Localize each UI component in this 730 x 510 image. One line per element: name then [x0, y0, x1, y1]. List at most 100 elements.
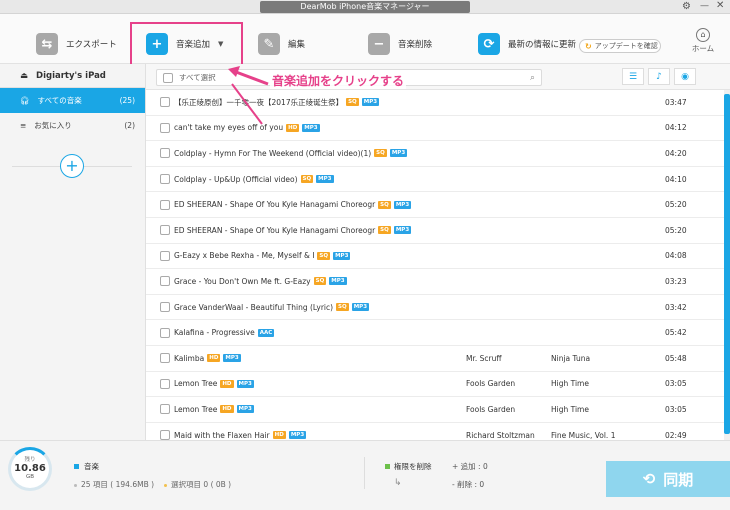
settings-gear-icon[interactable]: ⚙ — [682, 1, 691, 12]
quality-tag: MP3 — [361, 98, 380, 107]
song-title: G-Eazy x Bebe Rexha - Me, Myself & I — [174, 251, 315, 261]
search-icon[interactable]: ⌕ — [530, 73, 535, 83]
home-button[interactable]: ⌂ ホーム — [690, 28, 716, 54]
items-text: 25 項目 ( 194.6MB ) — [81, 480, 155, 489]
selected-text: 選択項目 0 ( 0B ) — [171, 480, 232, 489]
device-header[interactable]: ⏏ Digiarty's iPad — [0, 64, 145, 88]
song-artist: Fools Garden — [466, 404, 516, 414]
music-stats: 25 項目 ( 194.6MB ) 選択項目 0 ( 0B ) — [74, 479, 231, 490]
music-label: 音楽 — [84, 462, 99, 471]
sidebar-item-label: お気に入り — [34, 121, 72, 130]
storage-gauge: 残り 10.86 GB — [8, 447, 52, 491]
song-row[interactable]: Lemon Tree HD MP3 Fools Garden High Time 03:0… — [146, 397, 724, 423]
list-view-icon[interactable]: ☰ — [622, 68, 644, 85]
quality-tag: SQ — [317, 251, 331, 260]
scrollbar[interactable] — [724, 90, 730, 440]
song-checkbox[interactable] — [160, 353, 170, 364]
song-checkbox[interactable] — [160, 199, 170, 210]
quality-tag: MP3 — [393, 226, 412, 235]
song-row[interactable]: Grace - You Don't Own Me ft. G-Eazy SQ MP3… — [146, 269, 724, 295]
song-checkbox[interactable] — [160, 122, 170, 133]
song-duration: 03:42 — [665, 302, 687, 312]
song-album: High Time — [551, 379, 589, 389]
song-title-cell: G-Eazy x Bebe Rexha - Me, Myself & I SQ MP… — [174, 251, 351, 261]
quality-tag: HD — [220, 405, 234, 414]
sidebar-item-favorites[interactable]: ≡ お気に入り (2) — [0, 113, 145, 138]
eject-icon[interactable]: ⏏ — [20, 71, 28, 81]
music-color-swatch — [74, 464, 79, 469]
album-view-icon[interactable]: ◉ — [674, 68, 696, 85]
artist-view-icon[interactable]: ♪ — [648, 68, 670, 85]
update-check-button[interactable]: ↻ アップデートを確認 — [579, 39, 661, 53]
storage-unit: GB — [25, 474, 35, 480]
song-checkbox[interactable] — [160, 97, 170, 108]
song-checkbox[interactable] — [160, 404, 170, 415]
scrollbar-thumb[interactable] — [724, 94, 730, 434]
song-row[interactable]: ED SHEERAN - Shape Of You Kyle Hanagami … — [146, 192, 724, 218]
song-duration: 02:49 — [665, 430, 687, 440]
status-footer: 残り 10.86 GB 音楽 25 項目 ( 194.6MB ) 選択項目 0 … — [0, 440, 730, 510]
song-duration: 03:05 — [665, 404, 687, 414]
quality-tag: SQ — [378, 226, 391, 235]
song-row[interactable]: Lemon Tree HD MP3 Fools Garden High Time 03:0… — [146, 372, 724, 398]
sidebar-item-all-music[interactable]: 🎧︎ すべての音楽 (25) — [0, 88, 145, 113]
quality-tag: MP3 — [333, 251, 351, 260]
items-dot — [74, 483, 77, 487]
song-title-cell: Coldplay - Hymn For The Weekend (Officia… — [174, 149, 408, 158]
song-checkbox[interactable] — [160, 225, 170, 236]
delete-permission-legend: 権限を削除 — [385, 461, 432, 472]
delete-music-button[interactable]: − 音楽削除 — [368, 32, 432, 56]
song-row[interactable]: Coldplay - Hymn For The Weekend (Officia… — [146, 141, 724, 167]
song-checkbox[interactable] — [160, 378, 170, 389]
select-all-checkbox[interactable] — [163, 72, 173, 83]
close-icon[interactable]: ✕ — [716, 0, 724, 11]
song-row[interactable]: ED SHEERAN - Shape Of You Kyle Hanagami … — [146, 218, 724, 244]
song-checkbox[interactable] — [160, 174, 170, 185]
song-checkbox[interactable] — [160, 250, 170, 261]
song-checkbox[interactable] — [160, 327, 170, 338]
song-list: 【乐正绫原创】一千零一夜【2017乐正绫诞生祭】 SQ MP3 03:47 can't … — [146, 90, 724, 440]
return-arrow-icon: ↳ — [394, 478, 402, 488]
song-duration: 04:20 — [665, 148, 687, 158]
headphones-delete-icon: − — [368, 33, 390, 55]
add-playlist-button[interactable]: + — [60, 154, 84, 178]
song-row[interactable]: Coldplay - Up&Up (Official video) SQ MP3 04… — [146, 167, 724, 193]
song-checkbox[interactable] — [160, 148, 170, 159]
song-checkbox[interactable] — [160, 430, 170, 440]
selected-dot — [164, 483, 168, 487]
song-row[interactable]: 【乐正绫原创】一千零一夜【2017乐正绫诞生祭】 SQ MP3 03:47 — [146, 90, 724, 116]
song-album: High Time — [551, 404, 589, 414]
song-row[interactable]: Grace VanderWaal - Beautiful Thing (Lyri… — [146, 295, 724, 321]
song-row[interactable]: can't take my eyes off of you HD MP3 04:12 — [146, 116, 724, 142]
song-title: ED SHEERAN - Shape Of You Kyle Hanagami … — [174, 200, 376, 210]
song-title-cell: Coldplay - Up&Up (Official video) SQ MP3 — [174, 175, 334, 184]
song-row[interactable]: G-Eazy x Bebe Rexha - Me, Myself & I SQ MP… — [146, 244, 724, 270]
song-title: Kalafina - Progressive — [174, 328, 255, 338]
quality-tag: SQ — [300, 175, 314, 184]
song-title: Kalimba — [174, 353, 205, 363]
sidebar-item-count: (25) — [119, 96, 135, 105]
refresh-button[interactable]: ⟳ 最新の情報に更新 — [478, 32, 576, 56]
song-checkbox[interactable] — [160, 302, 170, 313]
edit-button[interactable]: ✎ 編集 — [258, 32, 305, 56]
quality-tag: SQ — [374, 149, 387, 158]
song-album: Fine Music, Vol. 1 — [551, 430, 616, 440]
add-count: + 追加 : 0 — [452, 462, 488, 471]
view-buttons: ☰ ♪ ◉ — [622, 68, 696, 85]
quality-tag: MP3 — [236, 379, 254, 388]
title-bar: DearMob iPhone音楽マネージャー ⚙ — ✕ — [0, 0, 730, 14]
delete-permission-label: 権限を削除 — [394, 462, 432, 471]
export-button[interactable]: ⇆ エクスポート — [36, 32, 117, 56]
song-checkbox[interactable] — [160, 276, 170, 287]
song-title-cell: Grace VanderWaal - Beautiful Thing (Lyri… — [174, 303, 370, 312]
quality-tag: MP3 — [302, 123, 320, 132]
song-row[interactable]: Kalafina - Progressive AAC 05:42 — [146, 320, 724, 346]
window-title: DearMob iPhone音楽マネージャー — [260, 1, 470, 13]
sync-button[interactable]: ⟲ 同期 — [606, 461, 730, 497]
select-all-label: すべて選択 — [179, 73, 216, 82]
song-row[interactable]: Kalimba HD MP3 Mr. Scruff Ninja Tuna 05:48 — [146, 346, 724, 372]
list-header: すべて選択 ⌕ ☰ ♪ ◉ — [146, 64, 730, 90]
song-row[interactable]: Maid with the Flaxen Hair HD MP3 Richard St… — [146, 423, 724, 440]
song-artist: Fools Garden — [466, 379, 516, 389]
minimize-icon[interactable]: — — [700, 1, 709, 11]
